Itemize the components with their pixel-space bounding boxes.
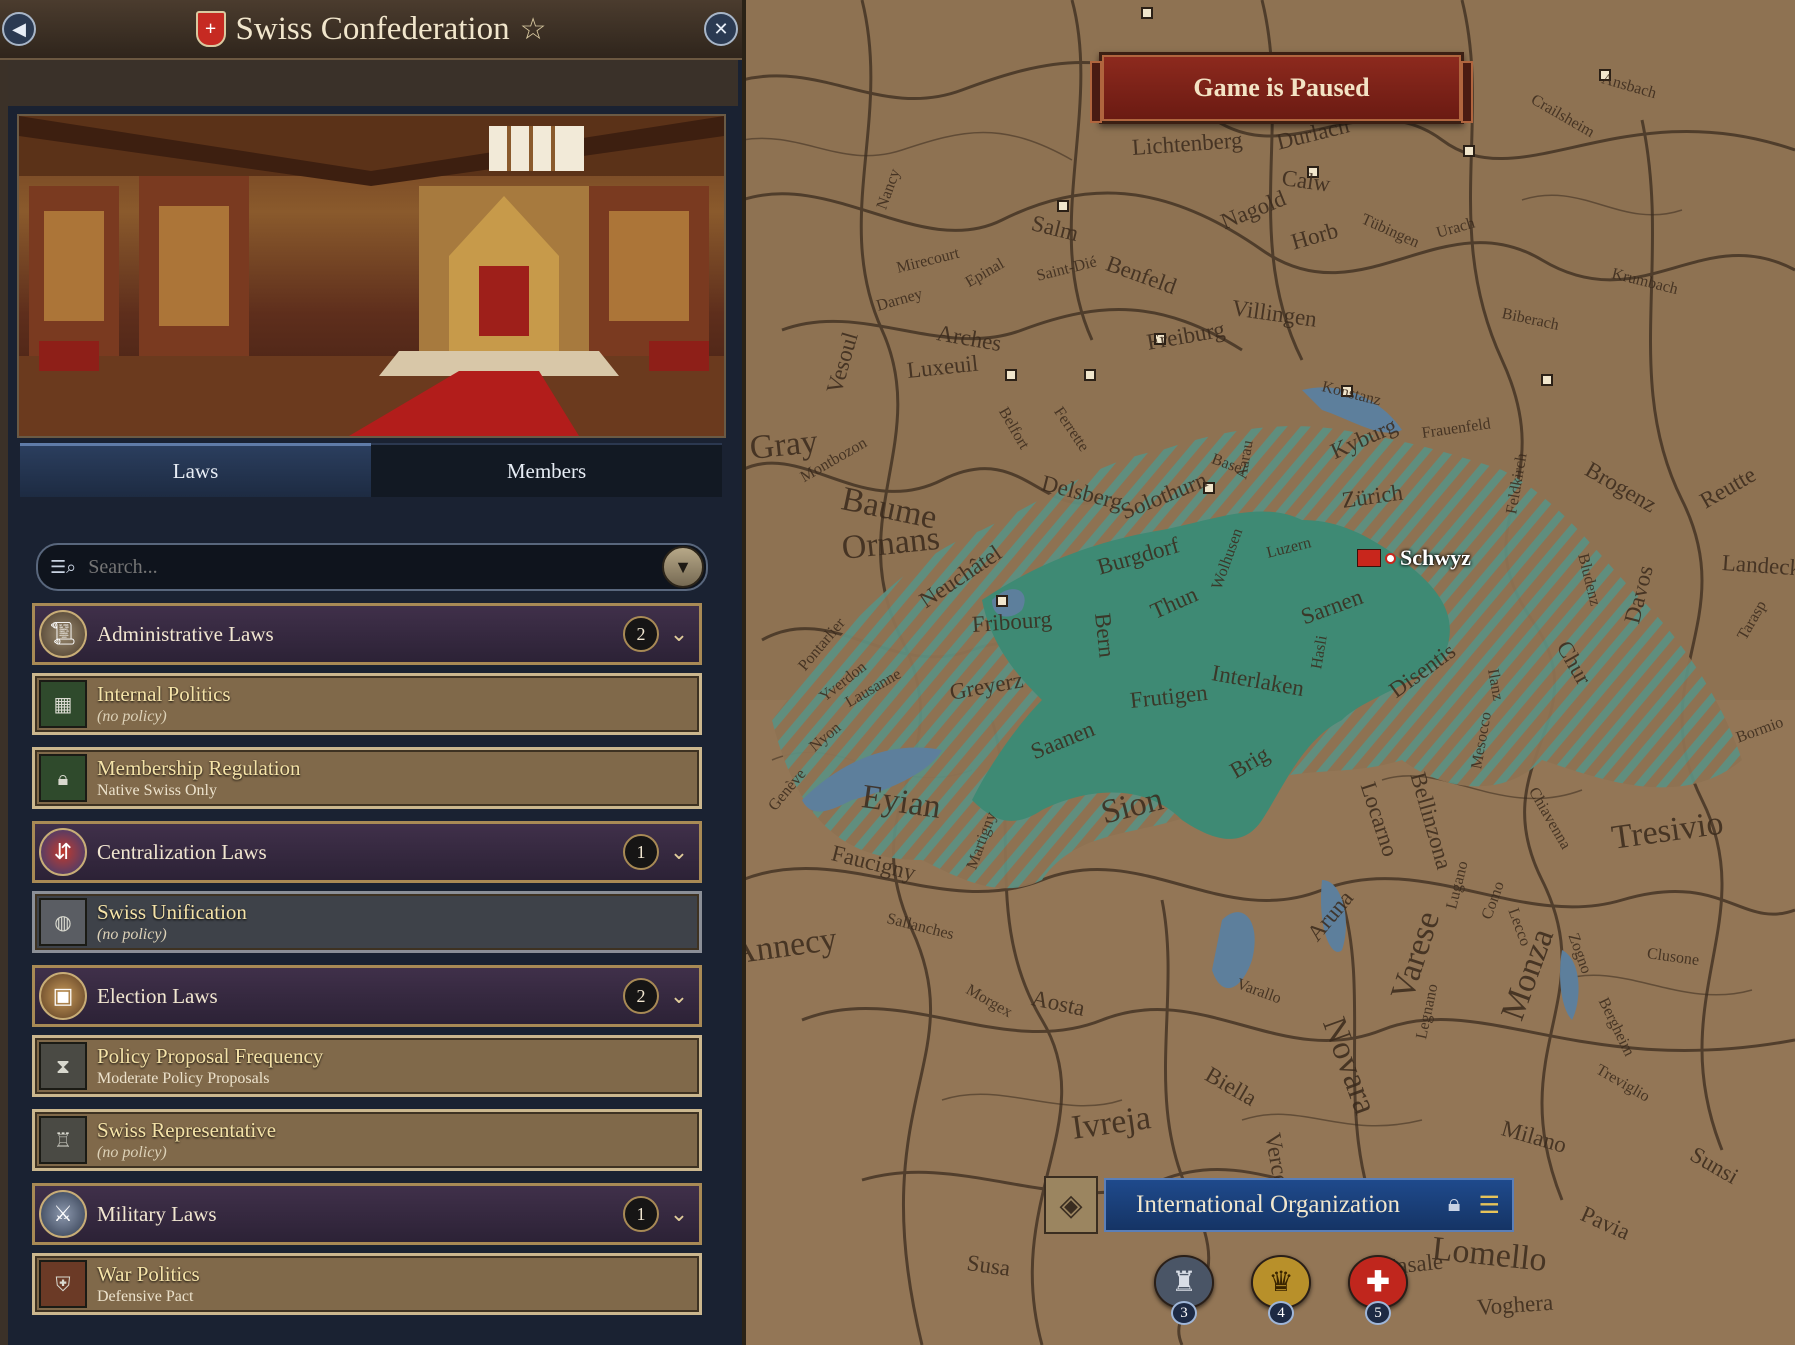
member-number: 5 <box>1365 1301 1391 1325</box>
panel-tabs: Laws Members <box>20 443 722 497</box>
title-ribbon <box>8 60 738 106</box>
law-war-politics[interactable]: ⛨ War Politics Defensive Pact <box>32 1253 702 1315</box>
search-input[interactable] <box>86 554 662 580</box>
padlock-icon[interactable]: 🔒︎ <box>1448 1191 1461 1220</box>
capital-flag-icon <box>1357 549 1381 567</box>
scroll-icon: 📜︎ <box>39 610 87 658</box>
map-icon: ▦ <box>39 680 87 728</box>
category-military-laws[interactable]: ⚔︎ Military Laws 1 ⌄ <box>32 1183 702 1245</box>
ballot-box-icon: ▣ <box>39 972 87 1020</box>
law-policy: (no policy) <box>97 708 167 725</box>
law-policy: Native Swiss Only <box>97 782 217 799</box>
category-administrative-laws[interactable]: 📜︎ Administrative Laws 2 ⌄ <box>32 603 702 665</box>
arrow-left-icon: ◀ <box>12 18 26 40</box>
confederation-panel: ◀ + Swiss Confederation ☆ ✕ Laws Members <box>0 0 746 1345</box>
tab-laws[interactable]: Laws <box>20 443 371 497</box>
law-name: Internal Politics <box>97 682 231 706</box>
search-icon: ☰⌕ <box>50 556 77 578</box>
back-button[interactable]: ◀ <box>2 12 36 46</box>
map-label-gray: Gray <box>748 422 820 467</box>
tab-members[interactable]: Members <box>371 443 722 497</box>
list-icon[interactable]: ☰ <box>1478 1191 1500 1220</box>
category-count-badge: 2 <box>623 616 659 652</box>
hourglass-icon: ⧗ <box>39 1042 87 1090</box>
close-button[interactable]: ✕ <box>704 12 738 46</box>
chevron-down-icon[interactable]: ⌄ <box>659 984 699 1009</box>
panel-title: Swiss Confederation <box>235 10 510 47</box>
category-label: Military Laws <box>97 1201 217 1226</box>
organization-emblem-icon[interactable]: ◈ <box>1044 1176 1098 1234</box>
throne-room-art <box>19 116 724 436</box>
law-membership-regulation[interactable]: 🔒︎ Membership Regulation Native Swiss On… <box>32 747 702 809</box>
law-policy: (no policy) <box>97 1144 167 1161</box>
centralization-icon: ⇵ <box>39 828 87 876</box>
close-icon: ✕ <box>713 18 729 40</box>
law-policy: (no policy) <box>97 926 167 943</box>
law-policy: Moderate Policy Proposals <box>97 1070 270 1087</box>
category-count-badge: 1 <box>623 1196 659 1232</box>
globe-icon: ◍ <box>39 898 87 946</box>
member-coin-4[interactable]: ♛ 4 <box>1249 1255 1313 1325</box>
map-label-bern: Bern <box>1090 611 1120 659</box>
category-election-laws[interactable]: ▣ Election Laws 2 ⌄ <box>32 965 702 1027</box>
filter-button[interactable]: ▼ <box>662 546 704 588</box>
law-swiss-unification[interactable]: ◍ Swiss Unification (no policy) <box>32 891 702 953</box>
category-label: Centralization Laws <box>97 839 267 864</box>
capital-marker[interactable]: Schwyz <box>1357 545 1471 571</box>
funnel-icon: ▼ <box>674 556 692 577</box>
category-label: Administrative Laws <box>97 621 274 646</box>
throne-icon: ♖ <box>39 1116 87 1164</box>
law-internal-politics[interactable]: ▦ Internal Politics (no policy) <box>32 673 702 735</box>
game-paused-banner[interactable]: Game is Paused <box>1090 52 1473 124</box>
law-policy-proposal-frequency[interactable]: ⧗ Policy Proposal Frequency Moderate Pol… <box>32 1035 702 1097</box>
member-coin-3[interactable]: ♜ 3 <box>1152 1255 1216 1325</box>
law-name: Swiss Representative <box>97 1118 277 1142</box>
law-name: War Politics <box>97 1262 200 1286</box>
map-label-voghera: Voghera <box>1476 1289 1554 1320</box>
map-label-fribourg: Fribourg <box>971 606 1053 637</box>
law-policy: Defensive Pact <box>97 1288 194 1305</box>
throne-room-illustration <box>17 114 726 438</box>
chevron-down-icon[interactable]: ⌄ <box>659 840 699 865</box>
category-centralization-laws[interactable]: ⇵ Centralization Laws 1 ⌄ <box>32 821 702 883</box>
organization-title: International Organization <box>1136 1191 1401 1218</box>
category-label: Election Laws <box>97 983 218 1008</box>
law-name: Policy Proposal Frequency <box>97 1044 324 1068</box>
swiss-shield-icon: + <box>195 11 226 47</box>
law-swiss-representative[interactable]: ♖ Swiss Representative (no policy) <box>32 1109 702 1171</box>
member-number: 3 <box>1171 1301 1197 1325</box>
world-map[interactable]: Baume Ornans Sion Eyian Gray Tresivio No… <box>742 0 1795 1345</box>
lock-icon: 🔒︎ <box>39 754 87 802</box>
member-coin-5[interactable]: ✚ 5 <box>1346 1255 1410 1325</box>
law-list: 📜︎ Administrative Laws 2 ⌄ ▦ Internal Po… <box>32 603 702 1327</box>
law-name: Membership Regulation <box>97 756 301 780</box>
shield-icon: ⛨ <box>39 1260 87 1308</box>
law-search: ☰⌕ ▼ <box>36 543 708 591</box>
map-label-landeck: Landeck <box>1721 550 1795 581</box>
international-organization-bar[interactable]: ◈ International Organization 🔒︎ ☰ <box>1044 1176 1514 1234</box>
favorite-star-icon[interactable]: ☆ <box>520 12 547 47</box>
law-name: Swiss Unification <box>97 900 247 924</box>
panel-titlebar: ◀ + Swiss Confederation ☆ ✕ <box>0 0 742 60</box>
chevron-down-icon[interactable]: ⌄ <box>659 622 699 647</box>
category-count-badge: 2 <box>623 978 659 1014</box>
crossed-swords-icon: ⚔︎ <box>39 1190 87 1238</box>
chevron-down-icon[interactable]: ⌄ <box>659 1202 699 1227</box>
capital-label: Schwyz <box>1400 545 1471 570</box>
capital-dot-icon <box>1385 552 1396 564</box>
game-paused-text: Game is Paused <box>1193 73 1370 102</box>
member-number: 4 <box>1268 1301 1294 1325</box>
category-count-badge: 1 <box>623 834 659 870</box>
organization-title-bar[interactable]: International Organization 🔒︎ ☰ <box>1104 1178 1514 1232</box>
